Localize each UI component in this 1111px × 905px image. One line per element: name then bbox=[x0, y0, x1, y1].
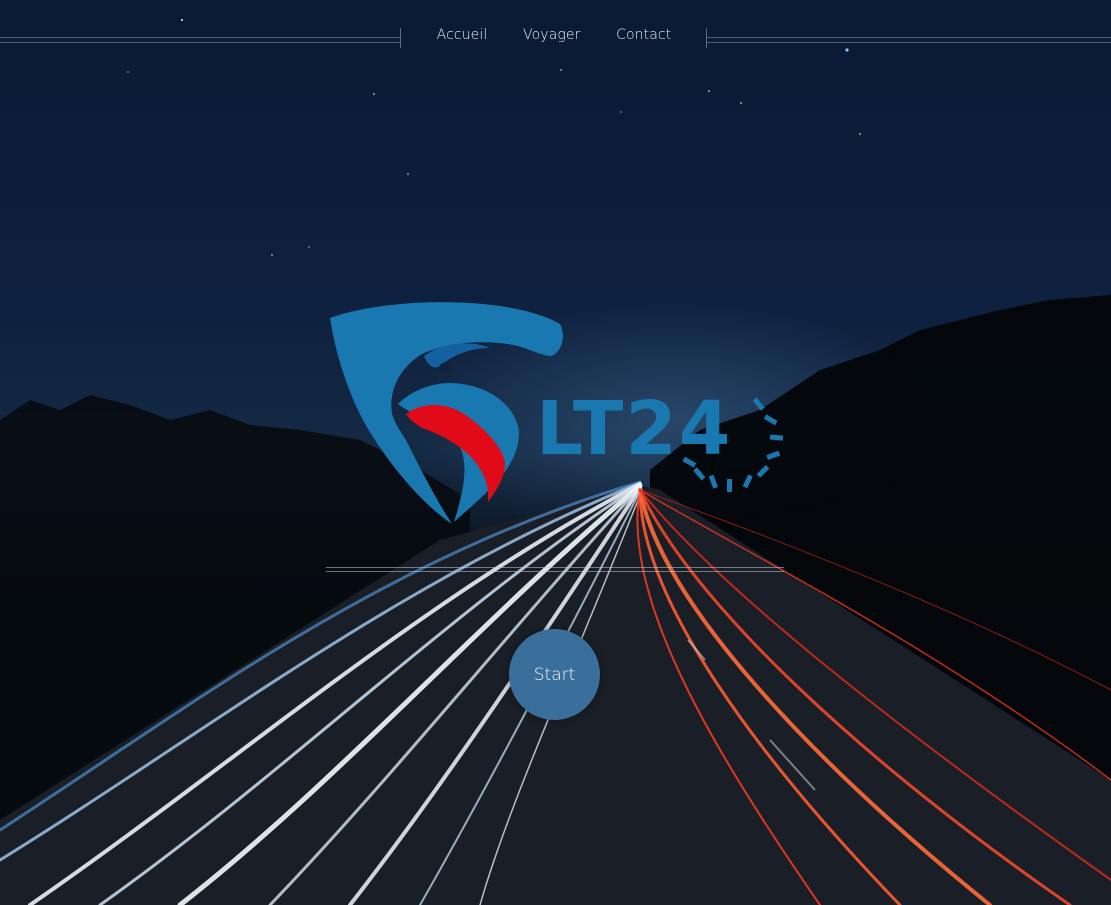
nav-links: Accueil Voyager Contact bbox=[401, 20, 707, 50]
start-button[interactable]: Start bbox=[509, 629, 600, 720]
nav-link-contact[interactable]: Contact bbox=[616, 27, 671, 43]
logo-wordmark: LT24 bbox=[536, 386, 732, 472]
hero-stage: Accueil Voyager Contact LT24 Start bbox=[0, 0, 1111, 905]
nav-divider-left bbox=[0, 37, 400, 43]
nav-link-voyager[interactable]: Voyager bbox=[523, 27, 580, 43]
hero-divider bbox=[326, 567, 784, 572]
eagle-shield-icon bbox=[330, 302, 563, 524]
nav-link-accueil[interactable]: Accueil bbox=[437, 27, 488, 43]
nav-divider-right bbox=[707, 37, 1111, 43]
top-nav: Accueil Voyager Contact bbox=[0, 20, 1111, 56]
lt24-logo: LT24 bbox=[330, 302, 784, 524]
